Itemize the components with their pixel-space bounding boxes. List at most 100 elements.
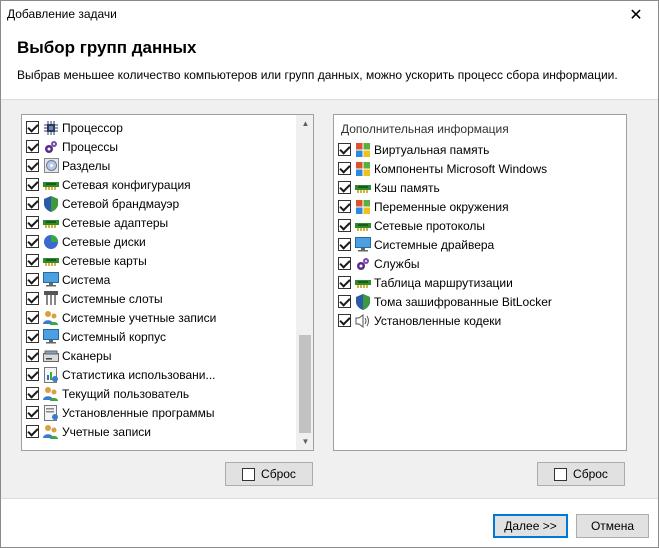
reset-right-button[interactable]: Сброс — [537, 462, 625, 486]
network-card-icon — [43, 253, 59, 269]
item-checkbox[interactable] — [338, 257, 351, 270]
stats-icon — [43, 366, 59, 383]
item-checkbox[interactable] — [26, 330, 39, 343]
reset-label: Сброс — [573, 467, 608, 481]
item-label: Системные учетные записи — [62, 310, 217, 325]
data-groups-list[interactable]: Процессор Процессы Разделы Сетевая конфигур… — [21, 114, 314, 451]
item-checkbox[interactable] — [26, 292, 39, 305]
item-label: Разделы — [62, 158, 111, 173]
list-item[interactable]: Установленные кодеки — [338, 311, 552, 330]
list-item[interactable]: Процессор — [26, 118, 216, 137]
vertical-scrollbar[interactable]: ▲ ▼ — [296, 115, 313, 450]
item-label: Статистика использовани... — [62, 367, 216, 382]
list-item[interactable]: Службы — [338, 254, 552, 273]
item-label: Текущий пользователь — [62, 386, 190, 401]
list-item[interactable]: Виртуальная память — [338, 140, 552, 159]
network-card-icon — [43, 215, 59, 231]
item-label: Сетевые протоколы — [374, 218, 486, 233]
list-item[interactable]: Компоненты Microsoft Windows — [338, 159, 552, 178]
item-checkbox[interactable] — [26, 368, 39, 381]
users-icon — [43, 386, 59, 402]
gears-icon — [43, 139, 59, 155]
list-item[interactable]: Тома зашифрованные BitLocker — [338, 292, 552, 311]
item-checkbox[interactable] — [26, 121, 39, 134]
item-label: Процессор — [62, 120, 123, 135]
list-item[interactable]: Процессы — [26, 137, 216, 156]
item-checkbox[interactable] — [338, 238, 351, 251]
users-icon — [43, 424, 59, 440]
speaker-icon — [355, 313, 371, 329]
item-checkbox[interactable] — [26, 178, 39, 191]
scroll-up-button[interactable]: ▲ — [297, 115, 313, 132]
list-item[interactable]: Сетевой брандмауэр — [26, 194, 216, 213]
item-label: Установленные программы — [62, 405, 215, 420]
list-item[interactable]: Кэш память — [338, 178, 552, 197]
item-label: Сетевые карты — [62, 253, 147, 268]
item-checkbox[interactable] — [26, 311, 39, 324]
list-item[interactable]: Текущий пользователь — [26, 384, 216, 403]
item-label: Сетевые диски — [62, 234, 146, 249]
list-item[interactable]: Системные драйвера — [338, 235, 552, 254]
item-checkbox[interactable] — [26, 197, 39, 210]
next-button[interactable]: Далее >> — [493, 514, 568, 538]
item-checkbox[interactable] — [26, 216, 39, 229]
item-checkbox[interactable] — [338, 219, 351, 232]
list-item[interactable]: Сетевые адаптеры — [26, 213, 216, 232]
list-item[interactable]: Статистика использовани... — [26, 365, 216, 384]
data-groups-items: Процессор Процессы Разделы Сетевая конфигур… — [26, 118, 216, 441]
list-item[interactable]: Разделы — [26, 156, 216, 175]
close-button[interactable]: ✕ — [614, 1, 658, 29]
reset-left-button[interactable]: Сброс — [225, 462, 313, 486]
item-checkbox[interactable] — [26, 140, 39, 153]
item-label: Тома зашифрованные BitLocker — [374, 294, 552, 309]
item-checkbox[interactable] — [338, 200, 351, 213]
additional-info-list[interactable]: Дополнительная информация Виртуальная па… — [333, 114, 627, 451]
list-item[interactable]: Системные слоты — [26, 289, 216, 308]
scroll-thumb[interactable] — [299, 335, 311, 433]
cancel-button[interactable]: Отмена — [576, 514, 649, 538]
list-item[interactable]: Системные учетные записи — [26, 308, 216, 327]
item-checkbox[interactable] — [26, 273, 39, 286]
close-icon: ✕ — [629, 7, 643, 24]
list-item[interactable]: Системный корпус — [26, 327, 216, 346]
network-card-icon — [43, 177, 59, 193]
item-checkbox[interactable] — [26, 425, 39, 438]
item-checkbox[interactable] — [338, 314, 351, 327]
reset-checkbox-icon — [554, 467, 568, 481]
list-item[interactable]: Система — [26, 270, 216, 289]
list-item[interactable]: Установленные программы — [26, 403, 216, 422]
scroll-down-button[interactable]: ▼ — [297, 433, 313, 450]
reset-checkbox-icon — [242, 467, 256, 481]
item-checkbox[interactable] — [26, 349, 39, 362]
item-checkbox[interactable] — [338, 295, 351, 308]
list-item[interactable]: Сетевые карты — [26, 251, 216, 270]
footer-divider — [1, 498, 658, 499]
item-checkbox[interactable] — [26, 254, 39, 267]
windows-icon — [355, 142, 371, 158]
list-item[interactable]: Сетевые диски — [26, 232, 216, 251]
list-item[interactable]: Переменные окружения — [338, 197, 552, 216]
scanner-icon — [43, 348, 59, 364]
title-bar: Добавление задачи ✕ — [1, 1, 658, 31]
disk-icon — [43, 158, 59, 174]
item-checkbox[interactable] — [26, 159, 39, 172]
item-checkbox[interactable] — [26, 235, 39, 248]
chevron-down-icon: ▼ — [301, 437, 310, 446]
item-checkbox[interactable] — [26, 406, 39, 419]
item-checkbox[interactable] — [338, 276, 351, 289]
list-item[interactable]: Сканеры — [26, 346, 216, 365]
item-checkbox[interactable] — [338, 143, 351, 156]
shield-icon — [355, 293, 371, 310]
item-checkbox[interactable] — [338, 162, 351, 175]
item-label: Учетные записи — [62, 424, 151, 439]
item-label: Виртуальная память — [374, 142, 490, 157]
list-item[interactable]: Учетные записи — [26, 422, 216, 441]
item-checkbox[interactable] — [338, 181, 351, 194]
list-item[interactable]: Сетевые протоколы — [338, 216, 552, 235]
monitor-icon — [43, 272, 59, 288]
list-item[interactable]: Сетевая конфигурация — [26, 175, 216, 194]
item-label: Сетевые адаптеры — [62, 215, 169, 230]
item-checkbox[interactable] — [26, 387, 39, 400]
list-item[interactable]: Таблица маршрутизации — [338, 273, 552, 292]
item-label: Система — [62, 272, 111, 287]
